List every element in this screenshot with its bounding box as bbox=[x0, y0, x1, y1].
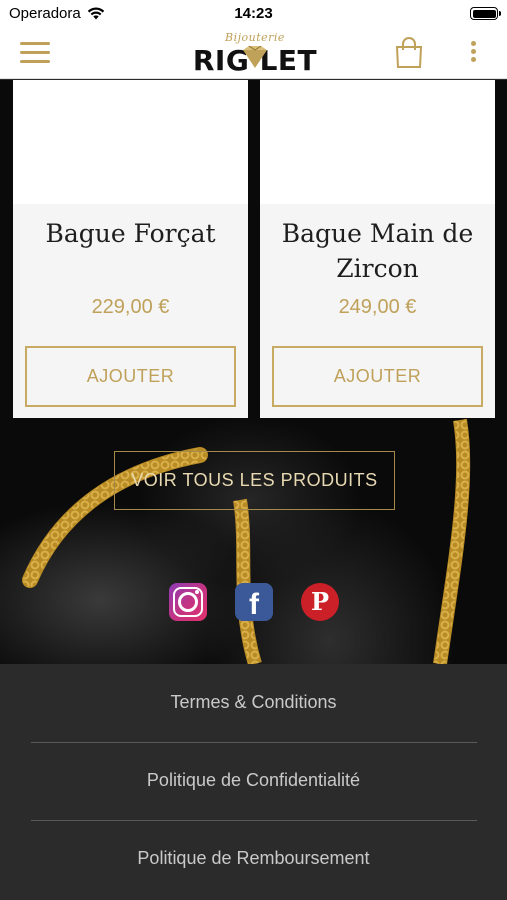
divider bbox=[31, 820, 477, 821]
shopping-bag-icon[interactable] bbox=[394, 37, 424, 69]
add-to-cart-button[interactable]: AJOUTER bbox=[25, 346, 236, 407]
product-section: Bague Forçat 229,00 € AJOUTER Bague Main… bbox=[0, 80, 507, 664]
privacy-policy-link[interactable]: Politique de Confidentialité bbox=[0, 770, 507, 791]
footer: Termes & Conditions Politique de Confide… bbox=[0, 664, 507, 900]
logo[interactable]: Bijouterie RIG LET bbox=[185, 30, 325, 77]
battery-icon bbox=[470, 7, 501, 20]
product-name: Bague Main de Zircon bbox=[281, 219, 474, 283]
product-image[interactable] bbox=[260, 80, 495, 204]
product-price: 229,00 € bbox=[91, 296, 170, 318]
divider bbox=[31, 742, 477, 743]
product-price: 249,00 € bbox=[338, 296, 417, 318]
terms-link[interactable]: Termes & Conditions bbox=[0, 692, 507, 713]
app-header: Bijouterie RIG LET bbox=[0, 28, 507, 79]
clock: 14:23 bbox=[234, 5, 273, 22]
refund-policy-link[interactable]: Politique de Remboursement bbox=[0, 848, 507, 869]
product-image[interactable] bbox=[13, 80, 248, 204]
facebook-icon[interactable]: f bbox=[235, 583, 273, 621]
pinterest-icon[interactable]: P bbox=[301, 583, 339, 621]
product-card[interactable]: Bague Main de Zircon 249,00 € AJOUTER bbox=[260, 80, 495, 418]
product-card[interactable]: Bague Forçat 229,00 € AJOUTER bbox=[13, 80, 248, 418]
view-all-products-button[interactable]: VOIR TOUS LES PRODUITS bbox=[114, 451, 395, 510]
more-vertical-icon[interactable] bbox=[469, 41, 477, 65]
logo-script: Bijouterie bbox=[225, 31, 285, 44]
diamond-icon bbox=[243, 46, 267, 68]
add-to-cart-button[interactable]: AJOUTER bbox=[272, 346, 483, 407]
product-name: Bague Forçat bbox=[45, 219, 216, 248]
status-bar: Operadora 14:23 bbox=[0, 0, 507, 28]
menu-icon[interactable] bbox=[20, 42, 50, 64]
instagram-icon[interactable] bbox=[169, 583, 207, 621]
